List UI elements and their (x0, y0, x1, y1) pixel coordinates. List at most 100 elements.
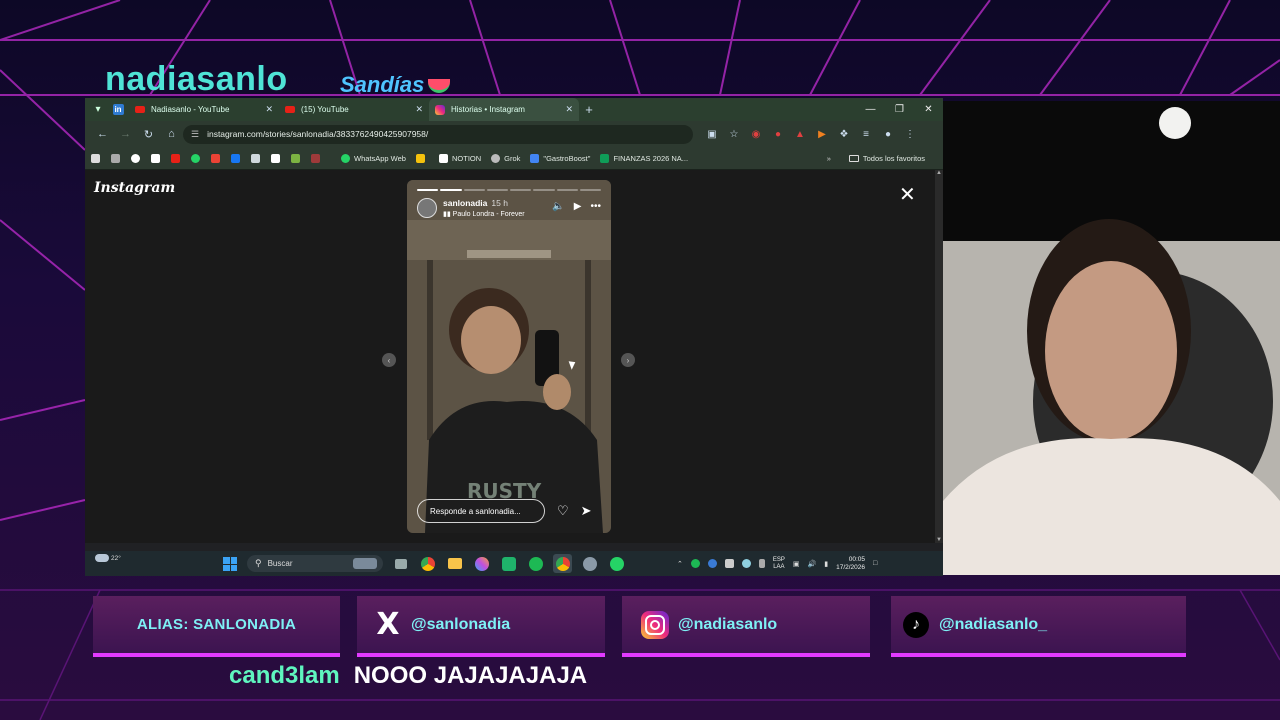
tab-youtube-channel[interactable]: Nadiasanlo - YouTube ✕ (129, 98, 279, 121)
chrome-active-icon[interactable] (553, 554, 572, 573)
language-indicator[interactable]: ESP LAA (773, 557, 785, 571)
pdf-icon[interactable]: ▲ (789, 129, 811, 140)
toolbar-icons: ▣ ☆ ◉ ● ▲ ▶ ❖ ≡ ● ⋮ (701, 129, 921, 140)
weather-widget[interactable]: 22° (95, 554, 121, 562)
bookmark-whatsapp[interactable]: WhatsApp Web (341, 153, 406, 163)
taskbar-search[interactable]: ⚲ Buscar (247, 555, 383, 572)
tray-chevron-icon[interactable]: ⌃ (677, 560, 683, 568)
spotify-icon[interactable] (526, 554, 545, 573)
chrome-icon[interactable] (418, 554, 437, 573)
tab-close-icon[interactable]: ✕ (265, 104, 273, 115)
display-icon[interactable]: ▣ (793, 560, 800, 568)
whatsapp-icon[interactable] (607, 554, 626, 573)
bookmark-gastroboost[interactable]: "GastroBoost" (530, 153, 590, 163)
youtube-bookmark-icon[interactable] (171, 153, 180, 163)
extension-icon[interactable]: ● (767, 129, 789, 140)
reload-button[interactable]: ↻ (137, 128, 160, 141)
tab-youtube[interactable]: (15) YouTube ✕ (279, 98, 429, 121)
tab-close-icon[interactable]: ✕ (415, 104, 423, 115)
task-view-icon[interactable] (391, 554, 410, 573)
instagram-page: Instagram ✕ ‹ › RUSTY sanlonadia 15 h ▮▮… (85, 170, 935, 543)
x-bookmark-icon[interactable] (151, 153, 160, 163)
more-bookmarks-chevron-icon[interactable]: » (827, 154, 831, 163)
apps-grid-icon[interactable] (111, 153, 120, 163)
play-extension-icon[interactable]: ▶ (811, 129, 833, 140)
gmail-icon[interactable] (211, 153, 220, 163)
copilot-icon[interactable] (472, 554, 491, 573)
windows-start-icon[interactable] (223, 557, 237, 571)
instagram-logo[interactable]: Instagram (94, 180, 175, 196)
tab-search-icon[interactable]: ▾ (89, 101, 107, 119)
story-viewer[interactable]: RUSTY sanlonadia 15 h ▮▮ Paulo Londra - F… (407, 180, 611, 533)
green-app-icon[interactable] (291, 153, 300, 163)
pinned-tab-linkedin[interactable]: in (107, 101, 129, 119)
adblock-icon[interactable]: ◉ (745, 129, 767, 140)
scroll-up-icon[interactable]: ▲ (935, 170, 943, 176)
tray-spotify-icon[interactable] (690, 559, 700, 568)
url-input[interactable]: ☰ instagram.com/stories/sanlonadia/38337… (183, 124, 693, 144)
story-photo: RUSTY (407, 180, 611, 533)
install-app-icon[interactable]: ▣ (701, 129, 723, 140)
home-button[interactable]: ⌂ (160, 128, 183, 140)
close-window-button[interactable]: ✕ (914, 98, 943, 121)
bookmark-notion[interactable]: NOTION (438, 153, 481, 163)
microphone-icon[interactable] (758, 559, 765, 568)
instagram-icon (640, 610, 670, 640)
battery-icon[interactable]: ▮ (824, 560, 828, 568)
story-avatar[interactable] (417, 198, 437, 218)
menu-kebab-icon[interactable]: ⋮ (899, 129, 921, 140)
all-bookmarks-folder[interactable]: Todos los favoritos (848, 154, 925, 163)
whatsapp-bookmark-icon[interactable] (191, 153, 200, 163)
threads-icon[interactable] (271, 153, 280, 163)
tab-bar: ▾ in Nadiasanlo - YouTube ✕ (15) YouTube… (85, 98, 943, 121)
close-story-icon[interactable]: ✕ (899, 182, 916, 207)
new-tab-button[interactable]: + (579, 102, 599, 117)
volume-icon[interactable]: 🔊 (808, 560, 817, 568)
bookmark-grok[interactable]: Grok (491, 153, 520, 163)
settings-gear-icon[interactable] (580, 554, 599, 573)
tool-icon[interactable] (311, 153, 320, 163)
story-progress-segment (417, 189, 439, 191)
tiktok-handle: @nadiasanlo_ (939, 615, 1048, 633)
file-explorer-icon[interactable] (445, 554, 464, 573)
tab-instagram[interactable]: Historias • Instagram ✕ (429, 98, 579, 121)
story-progress-segment (440, 189, 462, 191)
facebook-icon[interactable] (231, 153, 240, 163)
minimize-button[interactable]: — (856, 98, 885, 121)
back-button[interactable]: ← (91, 128, 114, 140)
taskbar-clock[interactable]: 00:05 17/2/2026 (836, 556, 865, 572)
bookmark-yellow[interactable] (415, 153, 429, 163)
notification-icon[interactable]: □ (873, 560, 877, 567)
sheets-icon (600, 153, 610, 163)
profile-avatar-icon[interactable]: ● (877, 129, 899, 140)
green-app-icon[interactable] (499, 554, 518, 573)
story-progress-segment (533, 189, 555, 191)
next-story-arrow-icon[interactable]: › (621, 353, 635, 367)
address-bar: ← → ↻ ⌂ ☰ instagram.com/stories/sanlonad… (85, 121, 943, 147)
scroll-down-icon[interactable]: ▼ (935, 537, 943, 543)
bookmark-star-icon[interactable]: ☆ (723, 129, 745, 140)
more-options-icon[interactable]: ••• (590, 201, 601, 212)
story-song[interactable]: ▮▮ Paulo Londra - Forever (443, 210, 552, 218)
bluetooth-icon[interactable] (707, 559, 717, 568)
play-icon[interactable]: ▶ (574, 201, 582, 212)
story-reply-input[interactable]: Responde a sanlonadia... (417, 499, 545, 523)
tray-app-icon[interactable] (724, 559, 734, 568)
page-scrollbar[interactable]: ▲ ▼ (935, 170, 943, 543)
send-icon[interactable]: ➤ (581, 503, 592, 519)
google-icon[interactable] (131, 153, 140, 163)
bookmark-page-icon[interactable] (91, 153, 100, 163)
extensions-puzzle-icon[interactable]: ❖ (833, 129, 855, 140)
tab-close-icon[interactable]: ✕ (565, 104, 573, 115)
mute-icon[interactable]: 🔈 (552, 201, 564, 212)
story-username[interactable]: sanlonadia (443, 198, 487, 208)
site-info-icon[interactable]: ☰ (191, 129, 199, 140)
steam-icon[interactable] (251, 153, 260, 163)
restore-button[interactable]: ❐ (885, 98, 914, 121)
heart-icon[interactable]: ♡ (557, 503, 569, 519)
media-controls-icon[interactable]: ≡ (855, 129, 877, 140)
forward-button[interactable]: → (114, 128, 137, 140)
previous-story-arrow-icon[interactable]: ‹ (382, 353, 396, 367)
bookmark-finanzas[interactable]: FINANZAS 2026 NA... (600, 153, 688, 163)
tray-cloud-icon[interactable] (741, 559, 751, 568)
